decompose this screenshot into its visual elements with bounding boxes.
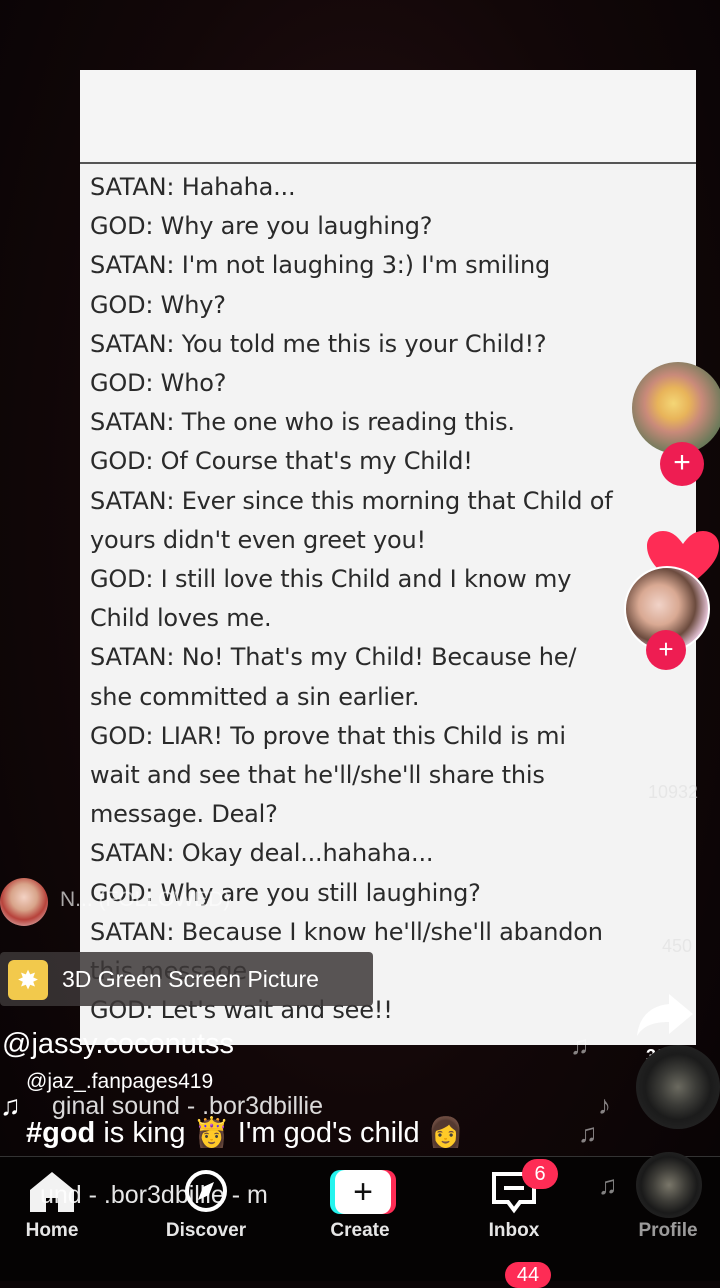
music-note-icon: ♫ [0, 1090, 21, 1121]
note-line: Child loves me. [90, 604, 272, 633]
effect-label: 3D Green Screen Picture [62, 966, 319, 992]
note-line: SATAN: Okay deal...hahaha... [90, 839, 434, 868]
note-line: SATAN: I'm not laughing 3:) I'm smiling [90, 251, 551, 280]
note-line: she committed a sin earlier. [90, 682, 420, 711]
nav-discover-label: Discover [165, 1220, 247, 1241]
caption-text: is king 👸 I'm god's child 👩 [95, 1117, 464, 1149]
note-line: SATAN: No! That's my Child! Because he/ [90, 643, 577, 672]
follow-plus-button[interactable]: + [660, 442, 704, 486]
post-mention[interactable]: @jaz_.fanpages419 [26, 1070, 213, 1094]
note-line: GOD: Why are you laughing? [90, 212, 433, 241]
profile-disc-icon [636, 1152, 702, 1218]
creator-small-avatar[interactable] [0, 878, 48, 926]
nav-inbox-label: Inbox [488, 1220, 540, 1241]
note-line: SATAN: Hahaha... [90, 173, 296, 201]
creator-row-text: N... (FOLLOWED) [60, 888, 231, 911]
note-line: SATAN: You told me this is your Child!? [90, 329, 547, 358]
note-line: message. Deal? [90, 800, 278, 829]
sparkle-effect-icon: ✸ [8, 960, 48, 1000]
nav-home-label: Home [25, 1220, 79, 1241]
music-note-icon: ♪ [598, 1090, 611, 1120]
nav-create-label-wrap: Create [300, 1156, 420, 1256]
creator-avatar-duck[interactable] [632, 362, 720, 454]
inbox-badge: 6 [522, 1159, 558, 1189]
note-line: SATAN: Ever since this morning that Chil… [90, 486, 613, 515]
note-line: yours didn't even greet you! [90, 525, 426, 554]
caption-hashtag[interactable]: #god [26, 1117, 95, 1149]
nav-profile-label: Profile [638, 1220, 698, 1241]
creator-row[interactable]: N... (FOLLOWED) [0, 878, 640, 926]
comment-count: 450 [661, 936, 693, 956]
compass-icon [185, 1170, 227, 1212]
note-line: GOD: LIAR! To prove that this Child is m… [90, 721, 566, 750]
note-line: SATAN: The one who is reading this. [90, 408, 515, 437]
ghost-inbox-badge: 44 [505, 1262, 551, 1288]
post-caption: #god is king 👸 I'm god's child 👩 [26, 1116, 464, 1150]
home-icon [30, 1172, 74, 1212]
effect-chip[interactable]: ✸ 3D Green Screen Picture [0, 952, 373, 1006]
nav-profile[interactable]: Profile [608, 1152, 720, 1256]
note-line: GOD: I still love this Child and I know … [90, 565, 572, 594]
nav-discover[interactable]: Discover [146, 1156, 266, 1256]
share-arrow-icon[interactable] [635, 990, 695, 1038]
note-line: GOD: Why? [90, 290, 226, 319]
note-header-blank [80, 70, 696, 164]
like-count: 10932 [647, 782, 699, 802]
music-disc-icon[interactable] [636, 1045, 720, 1129]
note-line: GOD: Of Course that's my Child! [90, 447, 473, 476]
nav-home[interactable]: Home [0, 1156, 112, 1256]
music-note-icon: ♫ [598, 1170, 618, 1200]
nav-create-label: Create [330, 1220, 390, 1241]
post-username[interactable]: @jassy.coconutss [2, 1028, 234, 1061]
music-note-icon: ♫ [570, 1030, 590, 1060]
music-note-icon: ♫ [578, 1118, 598, 1148]
note-line: GOD: Who? [90, 369, 227, 398]
follow-plus-button-2[interactable]: + [646, 630, 686, 670]
note-line: wait and see that he'll/she'll share thi… [90, 761, 545, 790]
